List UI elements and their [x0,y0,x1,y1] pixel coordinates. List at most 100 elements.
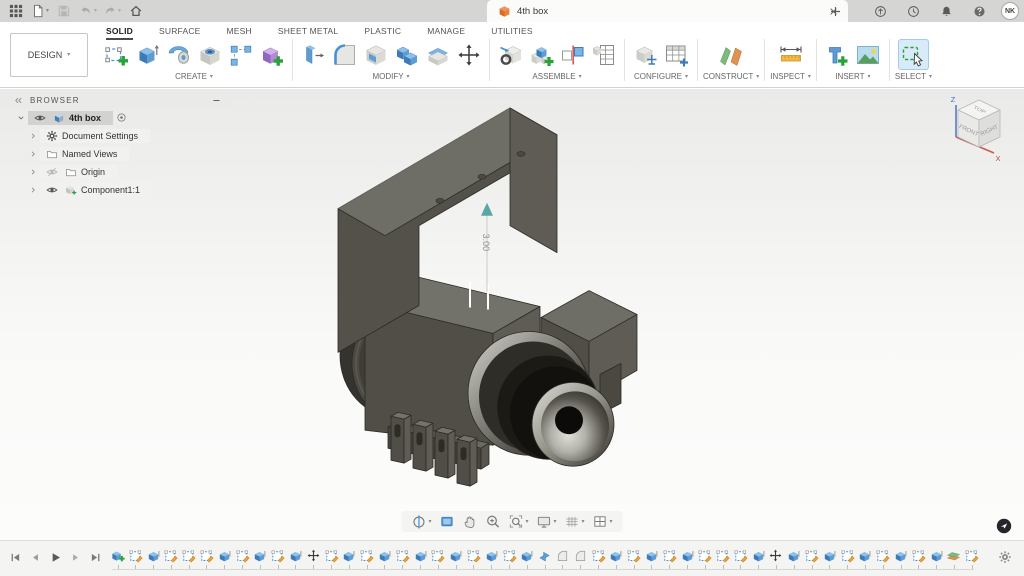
component-cube-icon[interactable] [65,184,77,196]
timeline-feature-press-pull-25[interactable] [537,548,552,563]
fastener-tool[interactable] [822,39,853,70]
timeline-feature-sketch-19[interactable] [430,548,445,563]
timeline-feature-move-12[interactable] [306,548,321,563]
help-button[interactable] [967,0,991,22]
timeline-feature-sketch-28[interactable] [591,548,606,563]
timeline-feature-sketch-17[interactable] [395,548,410,563]
look-at-button[interactable] [439,514,454,529]
ribbon-tab-solid[interactable]: SOLID [106,26,133,40]
construction-plane-tool[interactable] [716,39,747,70]
chevron-right-icon[interactable] [26,131,40,141]
chevron-right-icon[interactable] [26,185,40,195]
shell-tool[interactable] [360,39,391,70]
view-cube[interactable]: Z X TOP FRONT RIGHT [924,89,1024,181]
hole-tool[interactable] [194,39,225,70]
app-grid-button[interactable] [4,0,28,22]
bell-button[interactable] [934,0,958,22]
timeline-feature-extrude-43[interactable] [857,548,872,563]
timeline-feature-sketch-23[interactable] [502,548,517,563]
insert-design-tool[interactable] [495,39,526,70]
timeline-settings[interactable] [998,550,1012,564]
folder-icon[interactable] [65,166,77,178]
browser-item-label[interactable]: Origin [81,167,105,177]
group-dropdown-construct[interactable]: CONSTRUCT▾ [703,72,759,81]
folder-icon[interactable] [46,148,58,160]
browser-item-document-settings[interactable]: Document Settings [4,127,228,144]
timeline-feature-sketch-8[interactable] [235,548,250,563]
save-button[interactable] [52,0,76,22]
timeline-feature-fillet-27[interactable] [573,548,588,563]
grid-display-button[interactable]: ▾ [565,514,585,529]
step-back-button[interactable] [28,550,43,565]
browser-item-named-views[interactable]: Named Views [4,145,228,162]
ribbon-tab-manage[interactable]: MANAGE [427,26,465,40]
timeline-feature-extrude-33[interactable] [680,548,695,563]
group-dropdown-select[interactable]: SELECT▾ [895,72,932,81]
group-dropdown-configure[interactable]: CONFIGURE▾ [634,72,688,81]
timeline-feature-extrude-18[interactable] [413,548,428,563]
timeline-feature-component-1[interactable] [110,548,125,563]
select-tool[interactable] [898,39,929,70]
timeline-feature-extrude-9[interactable] [252,548,267,563]
browser-item-label[interactable]: 4th box [69,113,101,123]
extrude-tool[interactable] [132,39,163,70]
browser-item-label[interactable]: Component1:1 [81,185,140,195]
eye-off-icon[interactable] [46,166,58,178]
zoom-button[interactable] [485,514,500,529]
fillet-tool[interactable] [329,39,360,70]
timeline-feature-sketch-15[interactable] [359,548,374,563]
timeline-feature-sketch-40[interactable] [804,548,819,563]
timeline-feature-sketch-5[interactable] [181,548,196,563]
timeline-feature-extrude-3[interactable] [146,548,161,563]
browser-item-component1-1[interactable]: Component1:1 [4,181,228,198]
timeline-feature-extrude-24[interactable] [519,548,534,563]
timeline-feature-sketch-36[interactable] [733,548,748,563]
timeline-feature-sketch-30[interactable] [626,548,641,563]
chevron-down-icon[interactable] [14,113,28,123]
timeline-feature-sketch-21[interactable] [466,548,481,563]
timeline-feature-extrude-29[interactable] [608,548,623,563]
timeline-feature-sketch-44[interactable] [875,548,890,563]
timeline-feature-extrude-45[interactable] [893,548,908,563]
form-tool[interactable] [256,39,287,70]
ribbon-tab-mesh[interactable]: MESH [227,26,252,40]
undo-button[interactable]: ▾ [76,0,100,22]
orbit-button[interactable]: ▾ [411,514,431,529]
fit-button[interactable]: ▾ [508,514,528,529]
browser-item-label[interactable]: Named Views [62,149,117,159]
feedback-badge[interactable] [996,518,1012,534]
step-forward-button[interactable] [68,550,83,565]
file-button[interactable]: ▾ [28,0,52,22]
ribbon-tab-sheet-metal[interactable]: SHEET METAL [278,26,338,40]
timeline-feature-sketch-42[interactable] [840,548,855,563]
ribbon-tab-utilities[interactable]: UTILITIES [491,26,532,40]
timeline-feature-sketch-4[interactable] [163,548,178,563]
group-dropdown-create[interactable]: CREATE▾ [175,72,213,81]
timeline-feature-sketch-46[interactable] [911,548,926,563]
extension-button[interactable] [868,0,892,22]
measure-tool[interactable] [775,39,806,70]
browser-item-origin[interactable]: Origin [4,163,228,180]
image-tool[interactable] [853,39,884,70]
ribbon-tab-plastic[interactable]: PLASTIC [364,26,401,40]
move-tool[interactable] [453,39,484,70]
revolve-tool[interactable] [163,39,194,70]
eye-icon[interactable] [34,112,46,124]
browser-item-label[interactable]: Document Settings [62,131,138,141]
collapse-panel-icon[interactable] [13,95,24,106]
workspace-selector[interactable]: DESIGN▾ [10,33,88,77]
timeline-feature-extrude-22[interactable] [484,548,499,563]
config-table-tool[interactable] [661,39,692,70]
assembly-cube-icon[interactable] [53,112,65,124]
group-dropdown-assemble[interactable]: ASSEMBLE▾ [532,72,581,81]
redo-button[interactable]: ▾ [100,0,124,22]
user-avatar[interactable]: NK [1001,2,1019,20]
timeline-feature-sketch-34[interactable] [697,548,712,563]
chevron-right-icon[interactable] [26,167,40,177]
timeline-feature-extrude-11[interactable] [288,548,303,563]
timeline-feature-sketch-32[interactable] [662,548,677,563]
group-dropdown-insert[interactable]: INSERT▾ [835,72,870,81]
document-tab[interactable]: 4th box [487,0,848,22]
split-body-tool[interactable] [422,39,453,70]
timeline-feature-extrude-7[interactable] [217,548,232,563]
